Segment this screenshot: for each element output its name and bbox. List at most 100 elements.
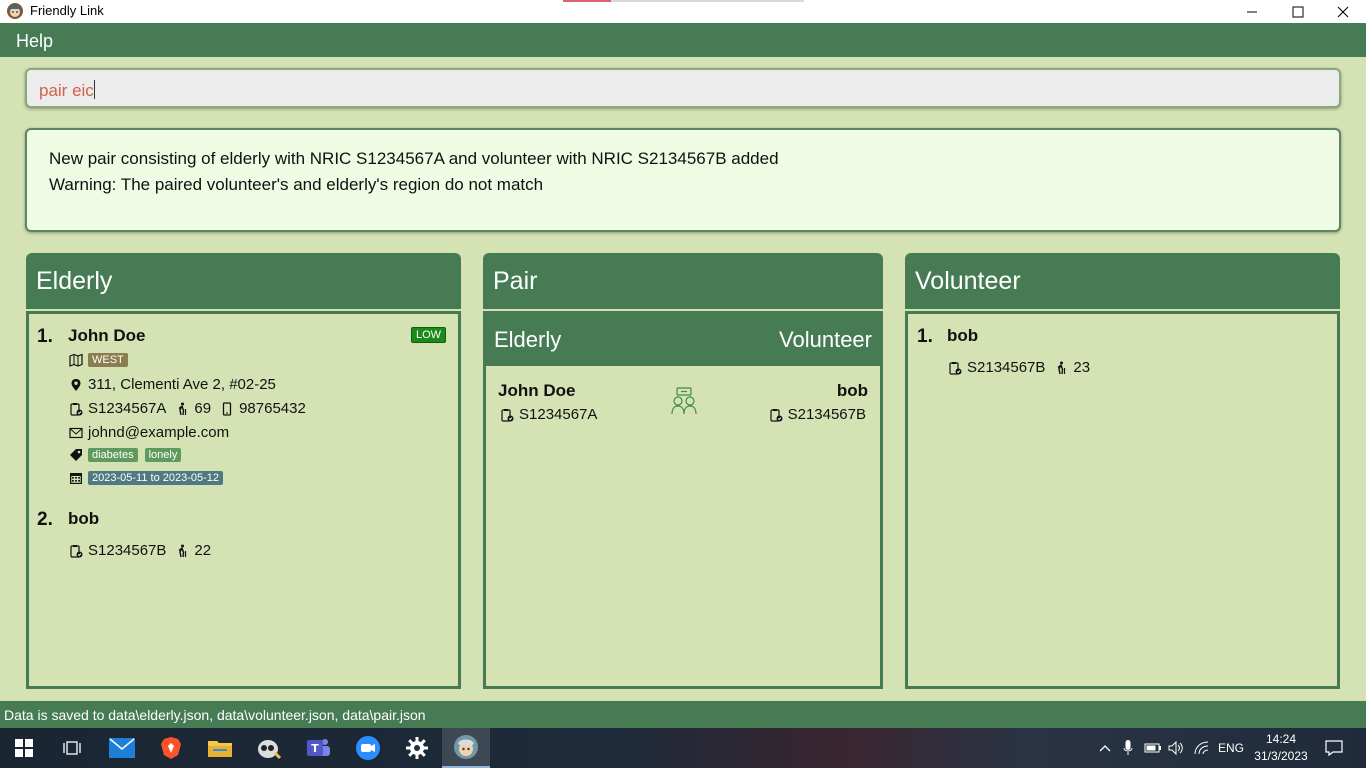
mail-app-button[interactable] [98,728,146,768]
pair-panel: Pair Elderly Volunteer John Doe S1234567… [483,253,883,689]
language-indicator[interactable]: ENG [1216,728,1246,768]
svg-text:T: T [311,742,319,755]
pair-elderly-nric-row: S1234567A [500,406,597,423]
region-row: WEST [69,353,135,367]
email-row: johnd@example.com [69,424,229,441]
elderly-nric: S1234567B [88,542,167,559]
task-view-button[interactable] [48,728,96,768]
pair-volunteer-nric-row: S2134567B [769,406,866,423]
pair-volunteer-header: Volunteer [779,327,872,352]
brave-browser-button[interactable] [147,728,195,768]
elderly-nric: S1234567A [88,400,167,417]
command-input[interactable]: pair eic [25,68,1341,108]
mail-icon [109,738,135,758]
menu-help[interactable]: Help [16,31,53,52]
result-message: New pair consisting of elderly with NRIC… [49,149,779,168]
elderly-panel-header: Elderly [26,253,461,309]
availability-tag: 2023-05-11 to 2023-05-12 [88,471,224,485]
volume-button[interactable] [1166,728,1186,768]
availability-row: 2023-05-11 to 2023-05-12 [69,471,230,485]
item-index: 1. [917,326,933,347]
calendar-icon [69,471,83,485]
windows-start-button[interactable] [0,728,48,768]
item-index: 1. [37,326,53,347]
pair-elderly-name: John Doe [498,381,576,400]
id-card-icon [948,361,962,375]
elderly-list[interactable]: 1. John Doe LOW WEST 311, Clementi Ave 2… [26,311,461,689]
result-display: New pair consisting of elderly with NRIC… [25,128,1341,232]
id-card-icon [69,544,83,558]
tab-indicator-active [563,0,611,2]
battery-button[interactable] [1142,728,1164,768]
app-bug-button[interactable] [245,728,293,768]
volunteer-list[interactable]: 1. bob S2134567B 23 [905,311,1340,689]
identity-row: S1234567B 22 [69,542,211,559]
maximize-button[interactable] [1275,0,1321,23]
tag-icon [69,448,83,462]
network-button[interactable] [1190,728,1214,768]
tags-row: diabetes lonely [69,448,188,462]
pair-column-header: Elderly Volunteer [486,314,880,366]
pair-volunteer-name: bob [836,381,868,400]
microphone-icon [1123,740,1133,755]
folder-icon [208,741,232,757]
zoom-icon [356,736,380,760]
pair-list[interactable]: Elderly Volunteer John Doe S1234567A bob… [483,311,883,689]
battery-icon [1144,743,1161,753]
phone-icon [220,401,234,416]
gear-icon [406,737,428,759]
result-warning: Warning: The paired volunteer's and elde… [49,175,544,194]
zoom-button[interactable] [344,728,392,768]
window-title: Friendly Link [30,3,104,18]
elderly-panel: Elderly 1. John Doe LOW WEST 311, Clemen… [26,253,461,689]
microphone-button[interactable] [1118,728,1138,768]
volunteer-panel: Volunteer 1. bob S2134567B 23 [905,253,1340,689]
clock[interactable]: 14:24 31/3/2023 [1254,731,1308,765]
taskbar: T ENG 14:24 31/3/2023 [0,728,1366,768]
pair-elderly-header: Elderly [494,327,562,352]
id-card-icon [500,408,514,422]
show-hidden-icons-button[interactable] [1094,728,1116,768]
file-explorer-button[interactable] [196,728,244,768]
menu-bar: Help [0,23,1366,57]
identity-row: S1234567A 69 98765432 [69,400,306,417]
friendly-link-taskbar-button[interactable] [442,728,490,768]
risk-badge: LOW [411,327,447,343]
speaker-icon [1168,741,1183,755]
elderly-email: johnd@example.com [88,424,230,441]
teams-icon: T [307,739,330,756]
wifi-icon [1194,741,1209,755]
windows-icon [15,739,33,757]
elderly-phone: 98765432 [239,400,306,417]
title-bar: Friendly Link [0,0,1366,23]
task-view-icon [63,741,81,755]
person-walking-icon [175,402,189,416]
tag-chip: diabetes [88,448,138,462]
identity-row: S2134567B 23 [948,359,1090,376]
pair-panel-header: Pair [483,253,883,309]
pair-panel-title: Pair [493,267,538,295]
map-icon [69,353,83,367]
region-tag: WEST [88,353,128,367]
elderly-age: 22 [194,542,212,559]
clock-date: 31/3/2023 [1254,749,1308,763]
close-button[interactable] [1320,0,1366,23]
elderly-age: 69 [194,400,212,417]
location-pin-icon [69,378,83,392]
item-index: 2. [37,509,53,530]
text-caret [93,80,95,99]
volunteer-age: 23 [1073,359,1091,376]
settings-button[interactable] [393,728,441,768]
brave-icon [161,737,181,759]
elderly-address: 311, Clementi Ave 2, #02-25 [88,376,276,393]
notifications-button[interactable] [1318,728,1350,768]
id-card-icon [769,408,783,422]
command-text: pair eic [39,80,95,100]
elderly-name: bob [68,509,100,528]
person-walking-icon [1054,361,1068,375]
chevron-up-icon [1099,745,1111,752]
clock-time: 14:24 [1265,732,1297,746]
tab-indicator [611,0,804,2]
teams-button[interactable]: T [294,728,342,768]
minimize-button[interactable] [1229,0,1275,23]
